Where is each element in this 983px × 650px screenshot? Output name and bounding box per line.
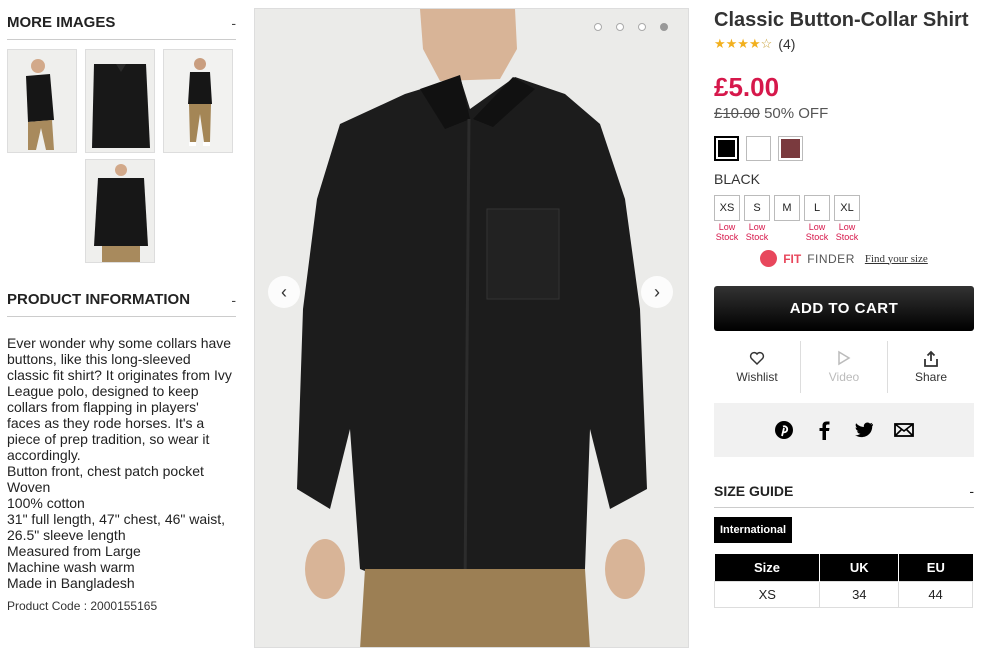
original-price-row: £10.00 50% OFF bbox=[714, 105, 974, 122]
fit-finder-logo-icon bbox=[760, 250, 778, 267]
fit-finder: FIT FINDER Find your size bbox=[714, 250, 974, 267]
email-icon[interactable] bbox=[894, 420, 914, 440]
add-to-cart-button[interactable]: ADD TO CART bbox=[714, 286, 974, 331]
fit-finder-fit: FIT bbox=[783, 251, 802, 266]
collapse-icon[interactable]: - bbox=[231, 15, 236, 31]
stock-status: Low Stock bbox=[805, 222, 829, 242]
size-label: XS bbox=[714, 195, 740, 221]
detail-line: Woven bbox=[7, 479, 51, 495]
heart-icon bbox=[749, 350, 765, 370]
video-label: Video bbox=[828, 370, 860, 384]
product-code: Product Code : 2000155165 bbox=[7, 599, 158, 613]
collapse-icon[interactable]: - bbox=[969, 483, 974, 499]
thumbnail-list bbox=[7, 49, 236, 269]
share-button[interactable]: Share bbox=[888, 341, 974, 393]
product-title: Classic Button-Collar Shirt bbox=[714, 9, 969, 31]
find-your-size-link[interactable]: Find your size bbox=[865, 253, 928, 265]
size-guide-title: SIZE GUIDE bbox=[714, 483, 794, 499]
size-label: S bbox=[744, 195, 770, 221]
column-header: UK bbox=[819, 554, 900, 581]
detail-line: Measured from Large bbox=[7, 543, 141, 559]
size-label: M bbox=[774, 195, 800, 221]
rating-stars-icon: ★★★★☆ bbox=[714, 36, 773, 51]
thumbnail-3[interactable] bbox=[163, 49, 233, 153]
product-details: Classic Button-Collar Shirt ★★★★☆ (4) £5… bbox=[713, 0, 974, 608]
next-image-button[interactable]: › bbox=[641, 276, 673, 308]
swatch-black[interactable] bbox=[714, 136, 739, 161]
stock-status: Low Stock bbox=[745, 222, 769, 242]
size-option[interactable]: XS Low Stock bbox=[714, 195, 740, 242]
table-header-row: Size UK EU bbox=[714, 554, 973, 581]
description-text: Ever wonder why some collars have button… bbox=[7, 335, 232, 463]
size-option[interactable]: XL Low Stock bbox=[834, 195, 860, 242]
wishlist-label: Wishlist bbox=[736, 370, 778, 384]
video-button[interactable]: Video bbox=[801, 341, 888, 393]
more-images-title: MORE IMAGES bbox=[7, 14, 116, 31]
pagination-dot-2[interactable] bbox=[616, 23, 624, 31]
pagination-dot-3[interactable] bbox=[638, 23, 646, 31]
swatch-white[interactable] bbox=[746, 136, 771, 161]
stock-status: Low Stock bbox=[715, 222, 739, 242]
selected-color: BLACK bbox=[714, 171, 760, 187]
size-option[interactable]: S Low Stock bbox=[744, 195, 770, 242]
fit-finder-finder: FINDER bbox=[807, 251, 855, 266]
sale-price: £5.00 bbox=[714, 72, 780, 102]
tab-international[interactable]: International bbox=[714, 517, 793, 543]
table-cell: 34 bbox=[819, 580, 900, 608]
wishlist-button[interactable]: Wishlist bbox=[714, 341, 801, 393]
detail-line: 100% cotton bbox=[7, 495, 85, 511]
share-label: Share bbox=[914, 370, 948, 384]
size-guide: SIZE GUIDE - International Size UK EU XS… bbox=[713, 483, 974, 608]
collapse-icon[interactable]: - bbox=[231, 292, 236, 308]
product-info-title: PRODUCT INFORMATION bbox=[7, 291, 191, 308]
color-swatches bbox=[714, 136, 974, 161]
play-icon bbox=[837, 350, 851, 370]
detail-line: Button front, chest patch pocket bbox=[7, 463, 204, 479]
pagination-dot-4[interactable] bbox=[660, 23, 668, 31]
column-header: EU bbox=[898, 554, 973, 581]
shirt-photo bbox=[255, 9, 688, 647]
pagination-dot-1[interactable] bbox=[594, 23, 602, 31]
facebook-icon[interactable] bbox=[814, 420, 834, 440]
product-description: Ever wonder why some collars have button… bbox=[7, 335, 236, 591]
thumbnail-2[interactable] bbox=[85, 49, 155, 153]
main-product-image[interactable]: ‹ › bbox=[254, 8, 689, 648]
social-share-bar bbox=[714, 403, 974, 457]
table-cell: XS bbox=[713, 580, 821, 608]
left-column: MORE IMAGES - PRODUCT INFORMATION - Ever… bbox=[7, 0, 236, 613]
column-header: Size bbox=[714, 554, 821, 581]
swatch-burgundy[interactable] bbox=[778, 136, 803, 161]
pinterest-icon[interactable] bbox=[774, 420, 794, 440]
thumbnail-1[interactable] bbox=[7, 49, 77, 153]
size-option[interactable]: L Low Stock bbox=[804, 195, 830, 242]
image-pagination bbox=[594, 23, 668, 31]
size-label: L bbox=[804, 195, 830, 221]
size-label: XL bbox=[834, 195, 860, 221]
table-row: XS 34 44 bbox=[713, 580, 973, 608]
detail-line: 31" full length, 47" chest, 46" waist, 2… bbox=[7, 511, 226, 543]
review-count: (4) bbox=[778, 36, 796, 52]
size-selector: XS Low Stock S Low Stock M L Low Stock X… bbox=[714, 195, 974, 242]
chevron-left-icon: ‹ bbox=[281, 281, 287, 302]
chevron-right-icon: › bbox=[654, 281, 660, 302]
size-option[interactable]: M bbox=[774, 195, 800, 242]
more-images-header[interactable]: MORE IMAGES - bbox=[7, 14, 236, 40]
original-price: £10.00 bbox=[714, 105, 760, 122]
product-rating[interactable]: ★★★★☆ (4) bbox=[714, 36, 974, 52]
previous-image-button[interactable]: ‹ bbox=[268, 276, 300, 308]
product-actions: Wishlist Video Share bbox=[714, 341, 974, 393]
discount-label: 50% OFF bbox=[764, 105, 829, 122]
share-icon bbox=[922, 350, 940, 370]
product-info-header[interactable]: PRODUCT INFORMATION - bbox=[7, 291, 236, 317]
table-cell: 44 bbox=[898, 580, 973, 608]
twitter-icon[interactable] bbox=[854, 420, 874, 440]
size-table: Size UK EU XS 34 44 bbox=[713, 554, 973, 608]
stock-status: Low Stock bbox=[835, 222, 859, 242]
size-guide-header[interactable]: SIZE GUIDE - bbox=[714, 483, 974, 508]
detail-line: Machine wash warm bbox=[7, 559, 135, 575]
detail-line: Made in Bangladesh bbox=[7, 575, 135, 591]
thumbnail-4[interactable] bbox=[85, 159, 155, 263]
